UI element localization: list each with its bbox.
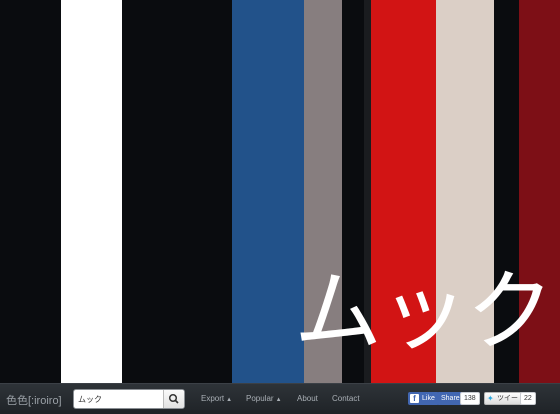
search-box	[73, 389, 185, 409]
color-stripe-3	[122, 0, 232, 383]
color-name-title: ムック	[293, 260, 554, 363]
tweet-count: 22	[520, 392, 536, 405]
search-icon	[168, 393, 179, 404]
bottom-toolbar: 色色[:iroiro] Export▲ Popular▲ About Conta…	[0, 383, 560, 414]
color-stripe-2	[61, 0, 122, 383]
nav-export[interactable]: Export ▲	[201, 394, 232, 403]
caret-up-icon: ▲	[275, 397, 282, 403]
facebook-like-label: Like	[422, 395, 435, 402]
caret-up-icon: ▲	[226, 397, 233, 403]
twitter-bird-icon: ✦	[487, 394, 494, 403]
site-logo[interactable]: 色色[:iroiro]	[6, 392, 62, 408]
nav-popular-label: Popular	[246, 394, 274, 403]
facebook-like-button[interactable]: f Like	[408, 392, 439, 405]
search-button[interactable]	[163, 390, 184, 408]
facebook-count: 138	[460, 392, 480, 405]
nav-contact[interactable]: Contact	[332, 394, 360, 403]
color-stripe-1	[0, 0, 61, 383]
nav-about[interactable]: About	[297, 394, 318, 403]
nav-popular[interactable]: Popular ▲	[246, 394, 282, 403]
search-input[interactable]	[74, 390, 172, 408]
facebook-icon: f	[410, 394, 419, 403]
nav-export-label: Export	[201, 394, 225, 403]
